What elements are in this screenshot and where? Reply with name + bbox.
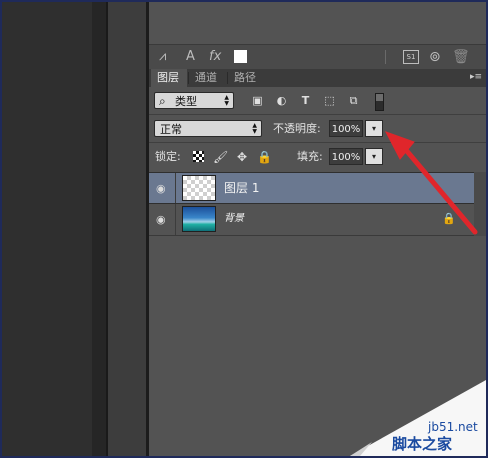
annotation-arrow [384,131,478,235]
arrow-shape [384,131,478,235]
